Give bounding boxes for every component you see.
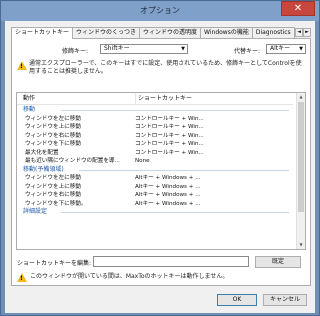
group-title: 移動(予備領域) (23, 165, 64, 173)
options-window: オプション ✕ ショートカットキー ウィンドウのくっつき ウィンドウの透明度 W… (0, 0, 320, 316)
shortcut-keys-panel: 修飾キー: Shiftキー ▼ 代替キー: Altキー ▼ ! 通常エクスプロー… (11, 38, 311, 286)
group-header-move-reserved[interactable]: 移動(予備領域) (17, 166, 293, 175)
action-cell: 最も近い隅にウィンドウの配置を導... (25, 158, 120, 164)
shortcut-cell: コントロールキー + Win... (135, 132, 204, 139)
warning-icon: ! (17, 61, 27, 70)
tab-shortcut-keys[interactable]: ショートカットキー (11, 27, 74, 39)
tab-scroll-right-icon[interactable]: ► (303, 28, 311, 37)
action-cell: ウィンドウを右に移動 (25, 132, 81, 139)
list-item[interactable]: ウィンドウを左に移動 Altキー + Windows + ... (17, 174, 293, 183)
list-item[interactable]: 最も近い隅にウィンドウの配置を導... None (17, 157, 293, 166)
default-button[interactable]: 既定 (255, 256, 301, 268)
action-cell: ウィンドウを左に移動 (25, 115, 81, 122)
title-bar[interactable]: オプション ✕ (1, 1, 319, 21)
hotkey-warning-text: このウィンドウが開いている間は、MaxToのホットキーは動作しません。 (30, 273, 229, 280)
tab-window-transparency[interactable]: ウィンドウの透明度 (139, 27, 202, 38)
scroll-down-icon[interactable]: ▼ (297, 241, 305, 249)
action-cell: ウィンドウを上に移動 (25, 183, 81, 190)
tab-diagnostics[interactable]: Diagnostics (251, 27, 295, 38)
shortcut-cell: Altキー + Windows + ... (135, 175, 201, 181)
modifier-key-label: 修飾キー: (62, 48, 89, 55)
action-cell: ウィンドウを右に移動 (25, 192, 81, 198)
shortcut-cell: Altキー + Windows + ... (135, 192, 201, 198)
shortcut-cell: コントロールキー + Win... (135, 115, 204, 122)
warning-icon: ! (17, 273, 27, 282)
list-scrollbar[interactable]: ▲ ▼ (296, 93, 305, 249)
shortcut-cell: コントロールキー + Win... (135, 124, 204, 130)
modifier-key-value: Shiftキー (104, 45, 130, 52)
group-title: 詳細設定 (23, 208, 48, 215)
edit-shortcut-label: ショートカットキーを編集: (17, 260, 92, 267)
shortcut-list-body: 移動 ウィンドウを左に移動 コントロールキー + Win... ウィンドウを上に移… (17, 106, 293, 217)
shortcut-cell: コントロールキー + Win... (135, 141, 204, 147)
tab-window-snapping[interactable]: ウィンドウのくっつき (72, 27, 141, 38)
list-item[interactable]: ウィンドウを左に移動 コントロールキー + Win... (17, 115, 293, 124)
shortcut-cell: Altキー + Windows + ... (135, 183, 201, 190)
shortcut-list-header: 動作 ショートカットキー (17, 93, 293, 105)
chevron-down-icon: ▼ (299, 46, 303, 52)
list-item[interactable]: ウィンドウを右に移動 コントロールキー + Win... (17, 132, 293, 141)
column-header-shortcut[interactable]: ショートカットキー (135, 93, 192, 104)
group-title: 移動 (23, 106, 36, 113)
alternate-key-value: Altキー (270, 45, 291, 52)
group-header-move[interactable]: 移動 (17, 106, 293, 115)
shortcut-cell: Altキー + Windows + ... (135, 200, 201, 207)
action-cell: 最大化を配置 (25, 149, 59, 156)
group-header-advanced[interactable]: 詳細設定 (17, 208, 293, 217)
close-button[interactable]: ✕ (281, 1, 315, 16)
list-item[interactable]: ウィンドウを右に移動 Altキー + Windows + ... (17, 191, 293, 200)
tab-scroll-buttons: ◄ ► (295, 28, 311, 37)
scrollbar-thumb[interactable] (298, 102, 304, 212)
list-item[interactable]: 最大化を配置 コントロールキー + Win... (17, 149, 293, 158)
cancel-button[interactable]: キャンセル (263, 294, 307, 306)
window-title: オプション (140, 6, 180, 15)
list-item[interactable]: ウィンドウを下に移動 コントロールキー + Win... (17, 140, 293, 149)
column-header-action[interactable]: 動作 (23, 93, 35, 104)
modifier-key-select[interactable]: Shiftキー ▼ (100, 44, 188, 54)
edit-shortcut-input[interactable] (93, 256, 249, 267)
action-cell: ウィンドウを下に移動。 (25, 200, 87, 207)
tab-windows-features[interactable]: Windowsの機能 (200, 27, 253, 38)
action-cell: ウィンドウを下に移動 (25, 141, 81, 147)
modifier-warning-line-1: 通常エクスプローラーで、このキーはすでに設定、使用されているため、修飾キーとして… (29, 60, 302, 67)
list-item[interactable]: ウィンドウを上に移動 Altキー + Windows + ... (17, 183, 293, 192)
alternate-key-select[interactable]: Altキー ▼ (266, 44, 306, 54)
list-item[interactable]: ウィンドウを上に移動 コントロールキー + Win... (17, 123, 293, 132)
shortcut-list[interactable]: 動作 ショートカットキー 移動 ウィンドウを左に移動コントロールキー + Win… (16, 92, 306, 250)
ok-button[interactable]: OK (217, 294, 257, 306)
action-cell: ウィンドウを上に移動 (25, 124, 81, 130)
tab-scroll-left-icon[interactable]: ◄ (295, 28, 303, 37)
shortcut-cell: コントロールキー + Win... (135, 149, 204, 156)
shortcut-cell: None (135, 158, 150, 164)
modifier-warning-line-2: 用することは推奨しません。 (29, 68, 107, 75)
modifier-warning-text: 通常エクスプローラーで、このキーはすでに設定、使用されているため、修飾キーとして… (29, 60, 309, 76)
action-cell: ウィンドウを左に移動 (25, 175, 81, 181)
scroll-up-icon[interactable]: ▲ (297, 93, 305, 101)
dialog-client-area: ショートカットキー ウィンドウのくっつき ウィンドウの透明度 Windowsの機… (5, 21, 315, 313)
list-item[interactable]: ウィンドウを下に移動。 Altキー + Windows + ... (17, 200, 293, 209)
chevron-down-icon: ▼ (181, 46, 185, 52)
alternate-key-label: 代替キー: (234, 48, 261, 55)
